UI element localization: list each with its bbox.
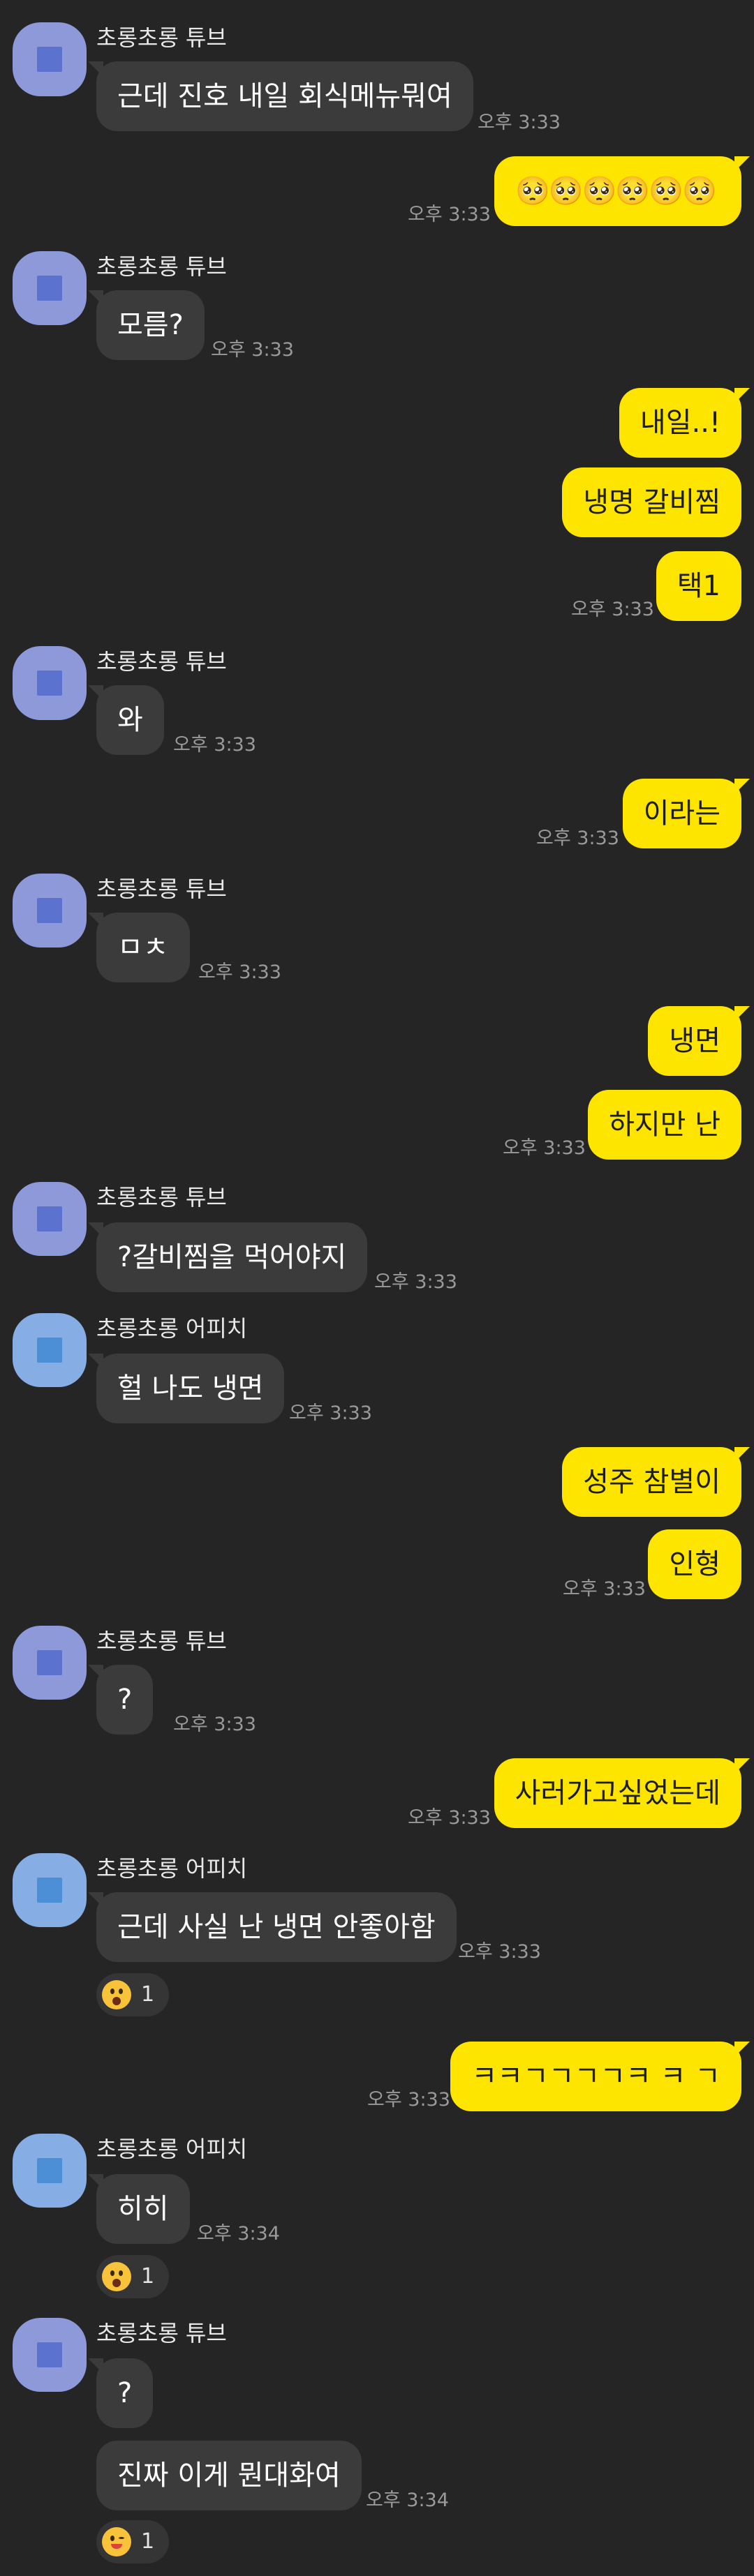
message-bubble-outgoing[interactable]: ㅋㅋㄱㄱㄱㄱㅋ ㅋ ㄱ xyxy=(450,2042,750,2111)
message-bubble-incoming[interactable]: 근데 진호 내일 회식메뉴뭐여 xyxy=(88,61,473,131)
surprised-emoji-icon xyxy=(102,2262,131,2291)
message-bubble-incoming[interactable]: 와 xyxy=(88,685,164,755)
avatar[interactable] xyxy=(13,1182,87,1256)
sender-name: 초롱초롱 튜브 xyxy=(96,1628,227,1654)
profile-placeholder-icon xyxy=(37,1650,62,1675)
message-bubble-incoming[interactable]: ? xyxy=(87,1665,154,1735)
message-time: 오후 3:33 xyxy=(289,1402,372,1424)
message-time: 오후 3:33 xyxy=(408,204,491,225)
surprised-emoji-icon xyxy=(102,1980,131,2009)
sender-name: 초롱초롱 어피치 xyxy=(96,2136,248,2162)
message-bubble-incoming[interactable]: 근데 사실 난 냉면 안좋아함 xyxy=(88,1892,457,1962)
avatar[interactable] xyxy=(13,1626,87,1700)
sender-name: 초롱초롱 튜브 xyxy=(96,1184,227,1211)
profile-placeholder-icon xyxy=(37,671,62,696)
avatar[interactable] xyxy=(13,1313,87,1387)
message-bubble-incoming[interactable]: ㅁㅊ xyxy=(88,913,190,982)
message-time: 오후 3:33 xyxy=(374,1271,457,1293)
reaction-count: 1 xyxy=(141,1982,155,2007)
message-bubble-incoming[interactable]: ? xyxy=(87,2358,154,2428)
message-bubble-outgoing[interactable]: 🥺🥺🥺🥺🥺🥺 xyxy=(494,156,750,226)
message-time: 오후 3:34 xyxy=(366,2489,449,2511)
profile-placeholder-icon xyxy=(37,1338,62,1363)
sender-name: 초롱초롱 어피치 xyxy=(96,1315,248,1342)
message-bubble-outgoing[interactable]: 인형 xyxy=(648,1529,741,1599)
message-bubble-outgoing[interactable]: 사러가고싶었는데 xyxy=(494,1758,751,1828)
message-bubble-incoming[interactable]: ?갈비찜을 먹어야지 xyxy=(87,1222,368,1292)
message-time: 오후 3:33 xyxy=(571,599,654,620)
profile-placeholder-icon xyxy=(37,1878,62,1903)
message-bubble-outgoing[interactable]: 냉명 갈비찜 xyxy=(562,467,741,537)
sender-name: 초롱초롱 튜브 xyxy=(96,2320,227,2346)
avatar[interactable] xyxy=(13,874,87,948)
profile-placeholder-icon xyxy=(37,2158,62,2183)
message-time: 오후 3:33 xyxy=(367,2089,450,2111)
avatar[interactable] xyxy=(13,2134,87,2208)
message-time: 오후 3:33 xyxy=(211,339,294,361)
message-time: 오후 3:33 xyxy=(458,1941,541,1963)
profile-placeholder-icon xyxy=(37,1206,62,1231)
message-bubble-incoming[interactable]: 히히 xyxy=(88,2174,190,2244)
message-bubble-outgoing[interactable]: 하지만 난 xyxy=(588,1090,741,1160)
profile-placeholder-icon xyxy=(37,898,62,923)
message-time: 오후 3:33 xyxy=(503,1137,586,1159)
reaction-badge[interactable]: 1 xyxy=(96,2520,169,2563)
message-time: 오후 3:33 xyxy=(536,828,619,849)
avatar[interactable] xyxy=(13,646,87,720)
profile-placeholder-icon xyxy=(37,47,62,72)
message-time: 오후 3:34 xyxy=(197,2223,280,2245)
reaction-badge[interactable]: 1 xyxy=(96,2255,169,2298)
profile-placeholder-icon xyxy=(37,276,62,301)
message-bubble-outgoing[interactable]: 냉면 xyxy=(648,1006,750,1076)
reaction-badge[interactable]: 1 xyxy=(96,1973,169,2016)
message-bubble-incoming[interactable]: 진짜 이게 뭔대화여 xyxy=(96,2441,362,2510)
profile-placeholder-icon xyxy=(37,2342,62,2367)
message-bubble-outgoing[interactable]: 내일..! xyxy=(619,388,751,458)
sender-name: 초롱초롱 어피치 xyxy=(96,1855,248,1882)
avatar[interactable] xyxy=(13,22,87,96)
message-bubble-outgoing[interactable]: 택1 xyxy=(656,551,741,621)
avatar[interactable] xyxy=(13,2318,87,2392)
message-time: 오후 3:33 xyxy=(173,734,256,756)
message-time: 오후 3:33 xyxy=(563,1578,646,1600)
sender-name: 초롱초롱 튜브 xyxy=(96,24,227,51)
message-bubble-outgoing[interactable]: 이라는 xyxy=(622,779,751,848)
message-bubble-outgoing[interactable]: 성주 참별이 xyxy=(562,1447,750,1517)
message-time: 오후 3:33 xyxy=(198,961,281,983)
avatar[interactable] xyxy=(13,1853,87,1927)
sender-name: 초롱초롱 튜브 xyxy=(96,648,227,675)
message-bubble-incoming[interactable]: 모름? xyxy=(88,290,205,360)
message-time: 오후 3:33 xyxy=(173,1714,256,1735)
message-time: 오후 3:33 xyxy=(408,1807,491,1829)
sender-name: 초롱초롱 튜브 xyxy=(96,253,227,280)
reaction-count: 1 xyxy=(141,2264,155,2289)
avatar[interactable] xyxy=(13,251,87,325)
message-bubble-incoming[interactable]: 헐 나도 냉면 xyxy=(87,1354,285,1423)
message-time: 오후 3:33 xyxy=(478,112,561,133)
reaction-count: 1 xyxy=(141,2529,155,2554)
sender-name: 초롱초롱 튜브 xyxy=(96,876,227,902)
wink-emoji-icon xyxy=(102,2527,131,2556)
